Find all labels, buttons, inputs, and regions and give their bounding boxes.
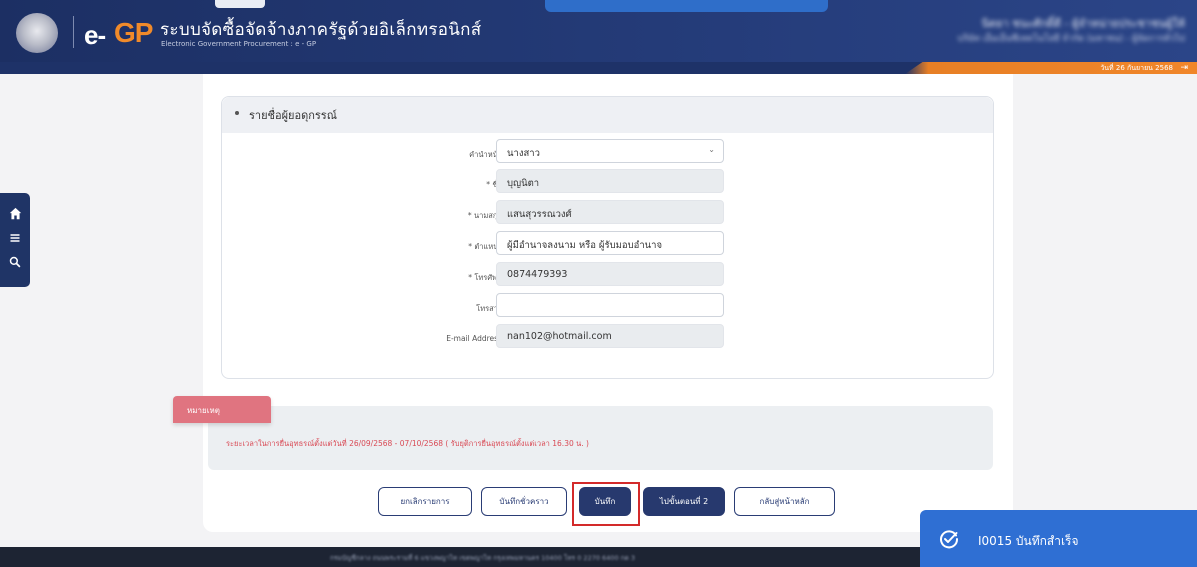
menu-icon[interactable] [7, 232, 23, 248]
logo-divider [73, 16, 74, 48]
current-date: วันที่ 26 กันยายน 2568 [1100, 64, 1173, 72]
section-title: รายชื่อผู้ยอดุกรรณ์ [249, 109, 337, 122]
note-tag: หมายเหตุ [173, 396, 271, 423]
success-toast[interactable]: I0015 บันทึกสำเร็จ [920, 510, 1197, 567]
cancel-button[interactable]: ยกเลิกรายการ [378, 487, 472, 516]
fax-field[interactable] [496, 293, 724, 317]
contact-person-panel: รายชื่อผู้ยอดุกรรณ์ คำนำหน้า นางสาว ⌄ * … [221, 96, 994, 379]
last-name-label: * นามสกุล [467, 211, 502, 220]
browser-tab-center [545, 0, 828, 12]
first-name-field[interactable]: บุญนิตา [496, 169, 724, 193]
browser-tab-left [215, 0, 265, 8]
back-to-home-button[interactable]: กลับสู่หน้าหลัก [734, 487, 835, 516]
search-icon[interactable] [7, 256, 23, 272]
side-nav [0, 193, 30, 287]
date-badge: วันที่ 26 กันยายน 2568 ⇥ [905, 62, 1197, 74]
app-subtitle: Electronic Government Procurement : e - … [161, 40, 317, 48]
prefix-value: นางสาว [507, 148, 540, 159]
bullet-icon [235, 111, 239, 115]
user-name: นิตยา ชนะศักดิ์ดี - ผู้จำหน่ายประชาชนผู้… [981, 17, 1185, 30]
section-header: รายชื่อผู้ยอดุกรรณ์ [222, 97, 993, 133]
exit-icon[interactable]: ⇥ [1180, 63, 1188, 73]
phone-label: * โทรศัพท์ [468, 273, 502, 282]
toast-message: I0015 บันทึกสำเร็จ [978, 534, 1079, 548]
note-tag-label: หมายเหตุ [187, 406, 220, 415]
date-bar: วันที่ 26 กันยายน 2568 ⇥ [0, 62, 1197, 74]
egp-logo-e: e- [84, 20, 106, 50]
home-icon[interactable] [7, 207, 23, 223]
email-label: E-mail Address [446, 334, 502, 343]
government-emblem-logo [16, 13, 58, 53]
position-field[interactable]: ผู้มีอำนาจลงนาม หรือ ผู้รับมอบอำนาจ [496, 231, 724, 255]
fax-label: โทรสาร [476, 304, 502, 313]
user-info[interactable]: นิตยา ชนะศักดิ์ดี - ผู้จำหน่ายประชาชนผู้… [935, 14, 1185, 48]
footer-text: กรมบัญชีกลาง ถนนพระรามที่ 6 แขวงพญาไท เข… [330, 554, 636, 562]
top-header: e- GP ระบบจัดซื้อจัดจ้างภาครัฐด้วยอิเล็ก… [0, 0, 1197, 62]
last-name-field[interactable]: แสนสุวรรณวงศ์ [496, 200, 724, 224]
prefix-label: คำนำหน้า [469, 150, 502, 159]
position-label: * ตำแหน่ง [468, 242, 502, 251]
note-text: ระยะเวลาในการยื่นอุทธรณ์ตั้งแต่วันที่ 26… [226, 439, 589, 448]
next-step-button[interactable]: ไปขั้นตอนที่ 2 [643, 487, 725, 516]
egp-logo-gp: GP [114, 17, 153, 48]
first-name-label: * ชื่อ [486, 180, 502, 189]
prefix-select[interactable]: นางสาว ⌄ [496, 139, 724, 163]
save-draft-button[interactable]: บันทึกชั่วคราว [481, 487, 567, 516]
check-circle-icon [940, 530, 959, 549]
save-button-highlight [572, 482, 640, 526]
user-organization: บริษัท เอ็มเอ็นซีเทคโนโลยี จำกัด (มหาชน)… [957, 34, 1185, 44]
chevron-down-icon: ⌄ [708, 145, 715, 154]
note-box: ระยะเวลาในการยื่นอุทธรณ์ตั้งแต่วันที่ 26… [208, 406, 993, 470]
app-title: ระบบจัดซื้อจัดจ้างภาครัฐด้วยอิเล็กทรอนิก… [160, 20, 482, 40]
phone-field[interactable]: 0874479393 [496, 262, 724, 286]
email-field[interactable]: nan102@hotmail.com [496, 324, 724, 348]
